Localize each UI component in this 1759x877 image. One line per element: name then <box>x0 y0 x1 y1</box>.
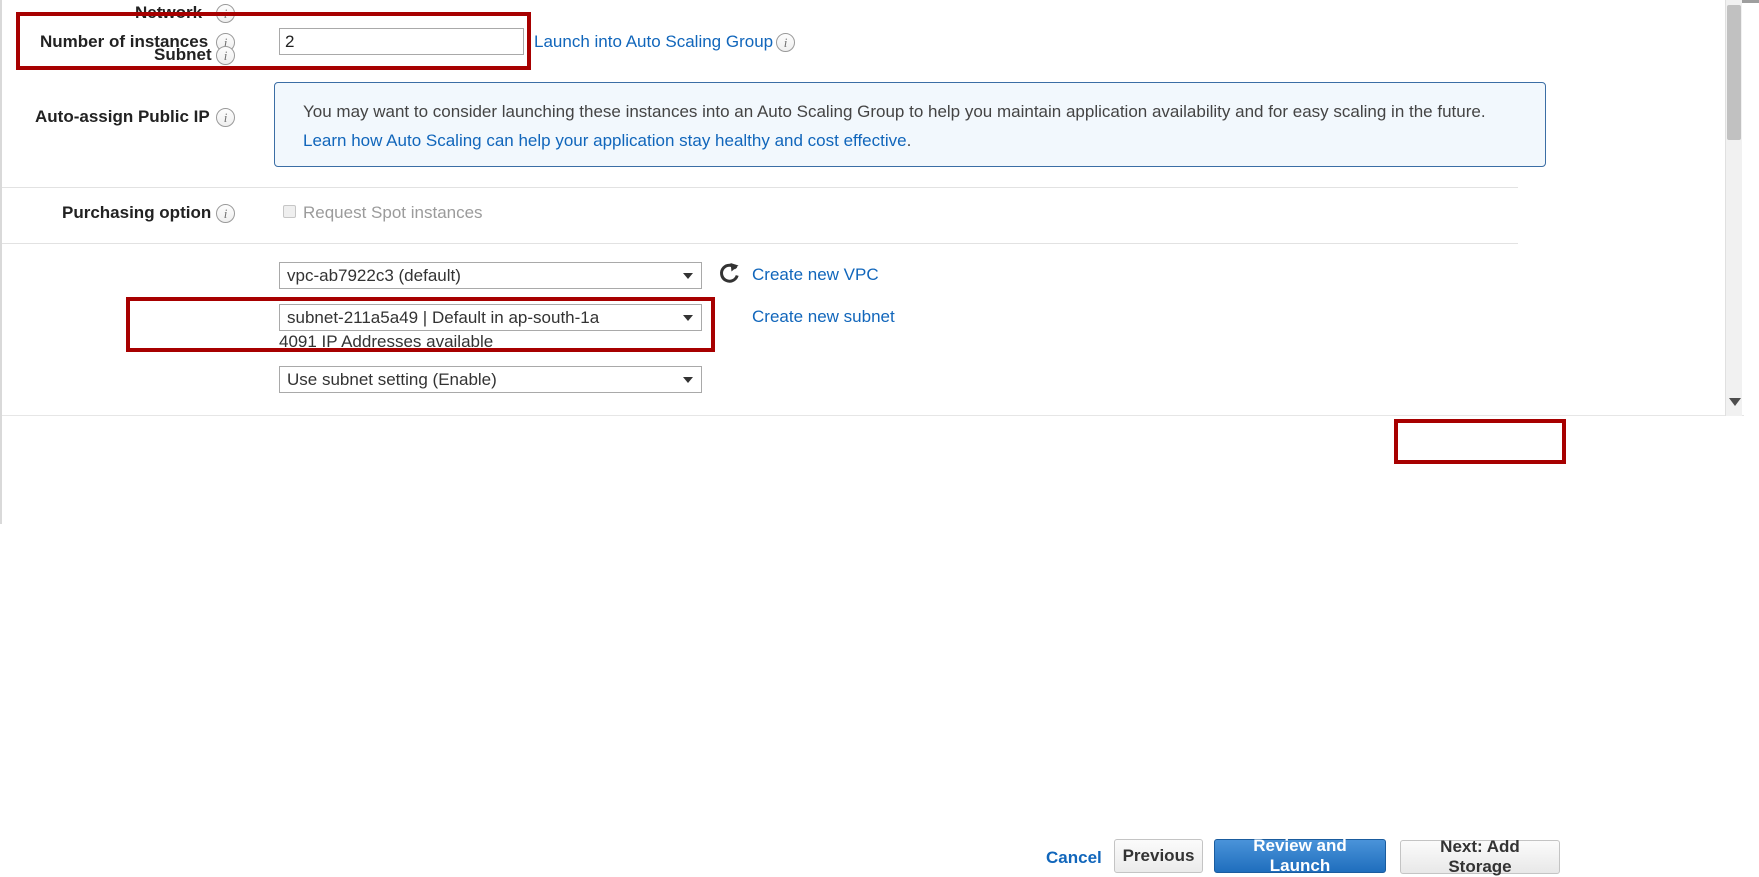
request-spot-instances-label: Request Spot instances <box>303 203 483 223</box>
scrollbar-thumb[interactable] <box>1727 5 1741 140</box>
divider <box>2 243 1518 244</box>
subnet-select[interactable]: subnet-211a5a49 | Default in ap-south-1a <box>279 304 702 331</box>
chevron-down-icon <box>683 273 693 279</box>
request-spot-instances-checkbox[interactable] <box>283 205 296 218</box>
purchasing-option-label: Purchasing option <box>62 203 220 223</box>
auto-assign-public-ip-value: Use subnet setting (Enable) <box>287 370 497 390</box>
refresh-icon[interactable] <box>718 262 740 286</box>
scrollbar-top-edge <box>1742 0 1759 3</box>
subnet-availability-note: 4091 IP Addresses available <box>279 332 493 352</box>
info-icon[interactable]: i <box>216 204 235 223</box>
banner-line-2-suffix: . <box>907 131 912 150</box>
purchasing-option-row: Purchasing option i Request Spot instanc… <box>2 200 1518 230</box>
subnet-select-value: subnet-211a5a49 | Default in ap-south-1a <box>287 308 599 328</box>
form-content: Number of instances i Launch into Auto S… <box>0 0 1742 524</box>
number-of-instances-input[interactable] <box>279 28 524 55</box>
subnet-label: Subnet <box>154 45 221 65</box>
next-add-storage-button[interactable]: Next: Add Storage <box>1400 840 1560 874</box>
chevron-down-icon[interactable] <box>1729 398 1741 406</box>
vertical-scrollbar[interactable] <box>1725 0 1742 416</box>
info-icon[interactable]: i <box>216 46 235 65</box>
auto-assign-public-ip-label: Auto-assign Public IP <box>35 107 219 127</box>
info-icon[interactable]: i <box>776 33 795 52</box>
footer-actions: Cancel Previous Review and Launch Next: … <box>2 416 1744 524</box>
network-select[interactable]: vpc-ab7922c3 (default) <box>279 262 702 289</box>
cancel-button[interactable]: Cancel <box>1040 847 1108 869</box>
launch-into-auto-scaling-group-link[interactable]: Launch into Auto Scaling Group <box>534 32 773 52</box>
create-new-vpc-link[interactable]: Create new VPC <box>752 265 879 285</box>
banner-line-2: Learn how Auto Scaling can help your app… <box>303 128 1521 154</box>
auto-assign-public-ip-select[interactable]: Use subnet setting (Enable) <box>279 366 702 393</box>
network-label: Network <box>135 3 211 23</box>
auto-scaling-info-banner: You may want to consider launching these… <box>274 82 1546 167</box>
banner-line-1: You may want to consider launching these… <box>303 99 1521 125</box>
previous-button[interactable]: Previous <box>1114 839 1203 873</box>
divider <box>2 187 1518 188</box>
info-icon[interactable]: i <box>216 108 235 127</box>
number-of-instances-row: Number of instances i Launch into Auto S… <box>2 14 1744 71</box>
create-new-subnet-link[interactable]: Create new subnet <box>752 307 895 327</box>
ec2-configure-instance-page: Number of instances i Launch into Auto S… <box>0 0 1759 524</box>
chevron-down-icon <box>683 315 693 321</box>
chevron-down-icon <box>683 377 693 383</box>
review-and-launch-button[interactable]: Review and Launch <box>1214 839 1386 873</box>
learn-auto-scaling-link[interactable]: Learn how Auto Scaling can help your app… <box>303 131 907 150</box>
network-select-value: vpc-ab7922c3 (default) <box>287 266 461 286</box>
info-icon[interactable]: i <box>216 4 235 23</box>
